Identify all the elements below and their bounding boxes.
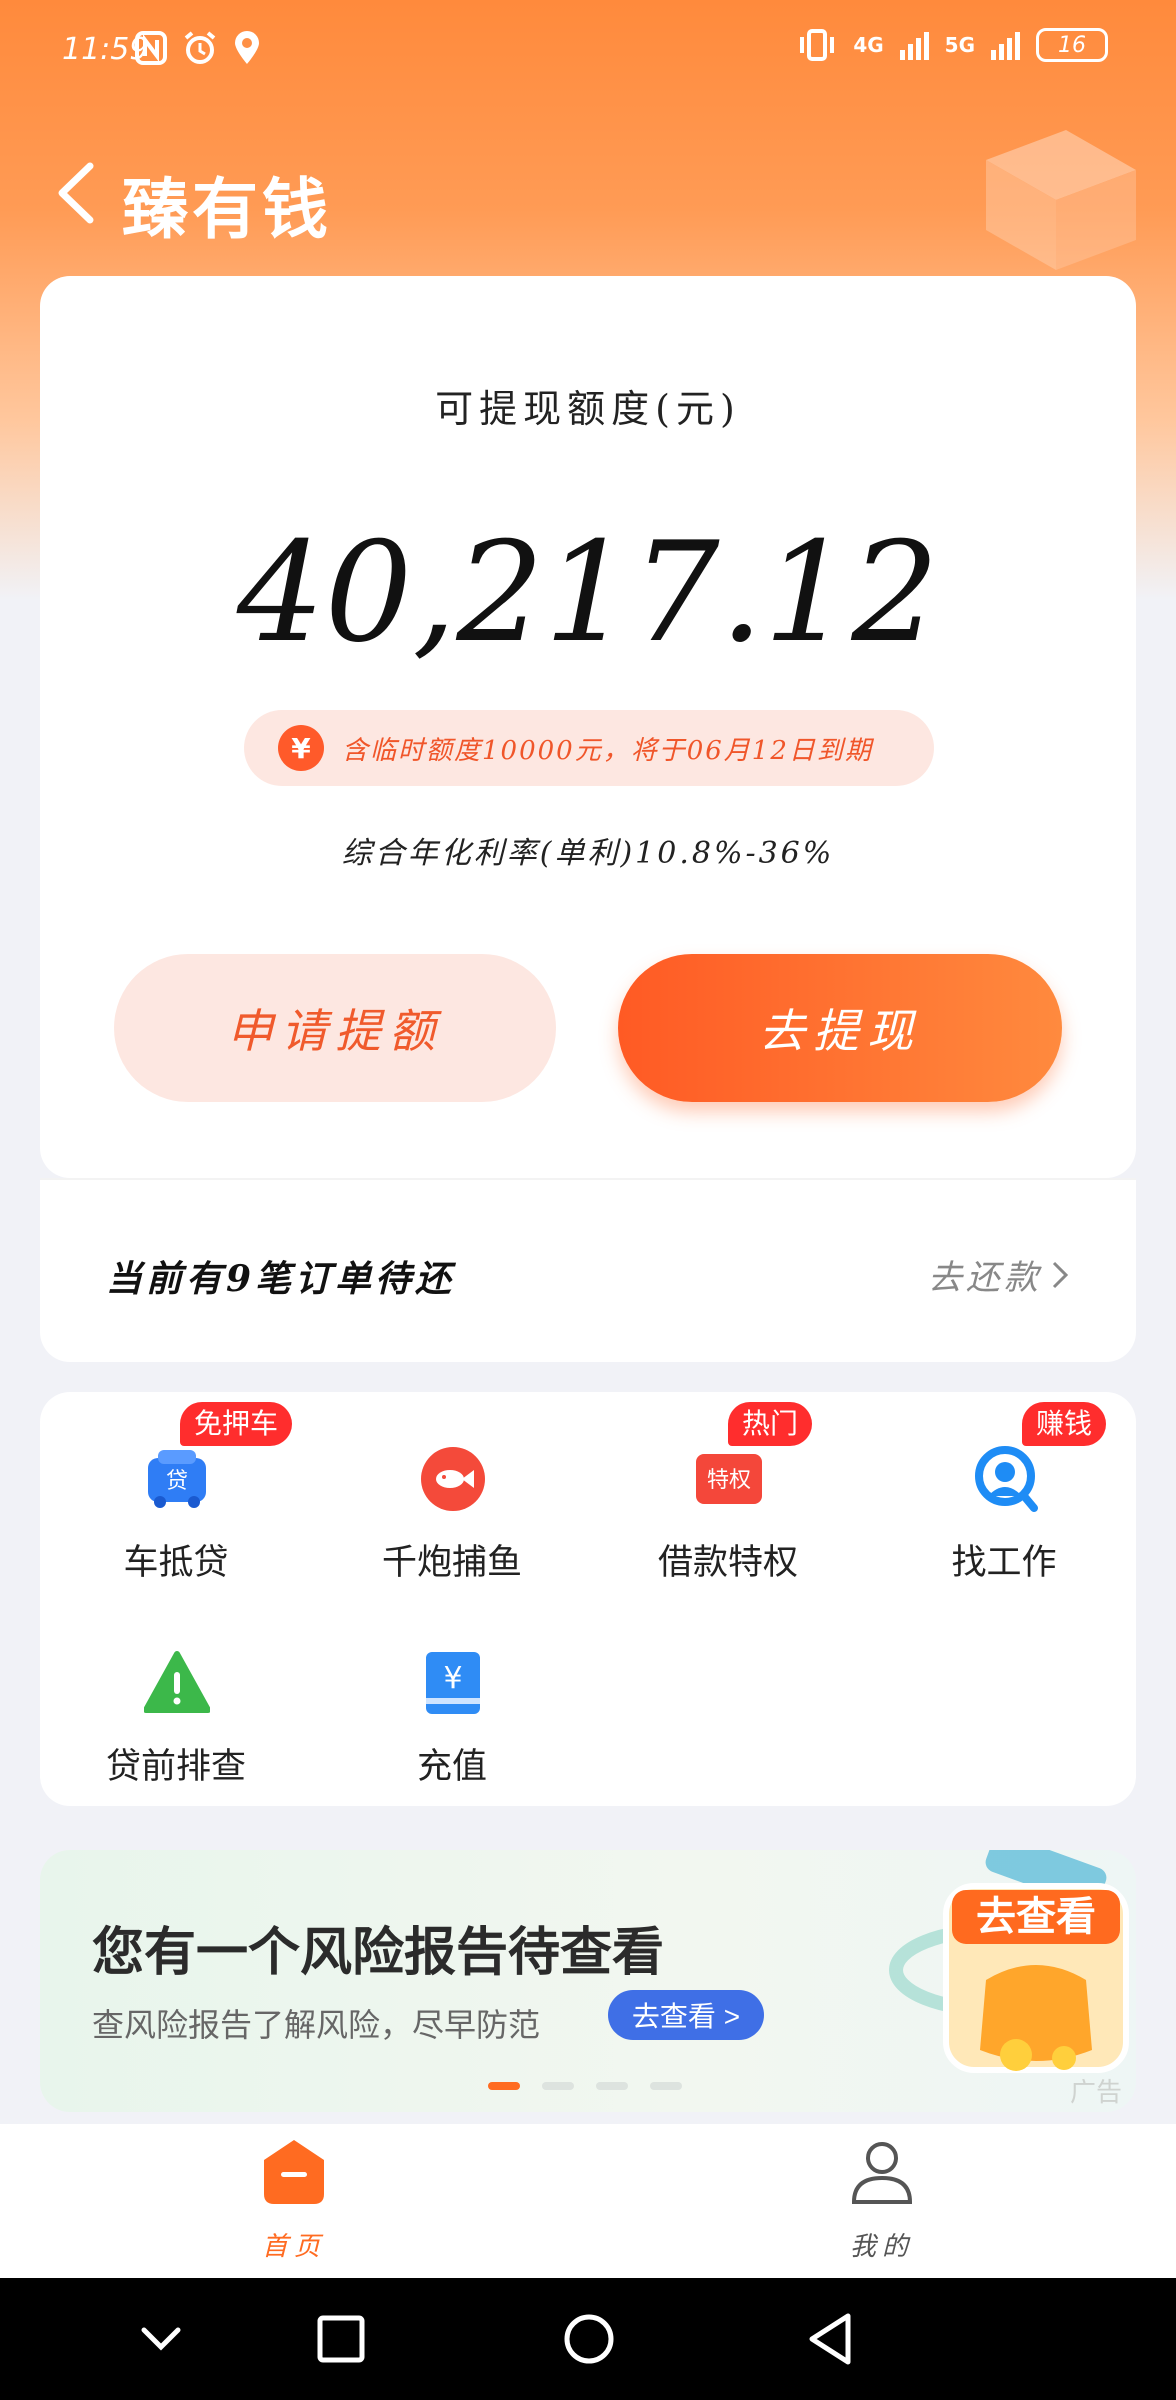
tab-home-label: 首页 [261, 2232, 326, 2262]
withdraw-button[interactable]: 去提现 [618, 954, 1062, 1102]
battery-icon: 16 [1036, 28, 1108, 62]
nfc-icon [135, 31, 167, 65]
home-circle-icon[interactable] [554, 2304, 624, 2374]
bottom-tab-bar: 首页 我的 [0, 2124, 1176, 2278]
status-bar: 11:59 4G 5G 16 [0, 0, 1176, 100]
svg-text:贷: 贷 [166, 1469, 188, 1494]
ad-view-button[interactable]: 去查看 > [608, 1990, 764, 2040]
network-4g-label: 4G [853, 33, 884, 57]
fish-icon [421, 1447, 485, 1511]
tab-mine-label: 我的 [849, 2232, 914, 2262]
services-grid: 贷 免押车 车抵贷 千炮捕鱼 特权 热门 借款特权 赚钱 找工作 贷前排查 ¥ … [40, 1392, 1136, 1806]
repay-link[interactable]: 去还款 [928, 1250, 1070, 1299]
temporary-limit-notice: ¥ 含临时额度10000元，将于06月12日到期 [244, 710, 934, 786]
tab-home[interactable]: 首页 [224, 2138, 364, 2272]
pending-orders-text: 当前有9笔订单待还 [106, 1258, 456, 1300]
page-title: 臻有钱 [122, 171, 332, 248]
risk-report-ad-banner[interactable]: 您有一个风险报告待查看 查风险报告了解风险，尽早防范 去查看 > 去查看 广告 [40, 1850, 1136, 2112]
signal-5g-icon [991, 30, 1020, 60]
status-icons-left [134, 30, 262, 66]
chevron-right-icon [1052, 1261, 1069, 1288]
carousel-dot [596, 2082, 628, 2090]
svg-text:¥: ¥ [443, 1661, 462, 1696]
recents-icon[interactable] [306, 2304, 376, 2374]
carousel-dots [488, 2082, 682, 2090]
user-icon [851, 2142, 913, 2204]
gift-bag-text: 去查看 [976, 1894, 1096, 1940]
service-item-fishing[interactable]: 千炮捕鱼 [332, 1410, 572, 1590]
decorative-cube [986, 130, 1136, 270]
service-label: 借款特权 [657, 1543, 798, 1583]
credit-limit-card: 可提现额度(元) 40,217.12 ¥ 含临时额度10000元，将于06月12… [40, 276, 1136, 1178]
service-tag: 热门 [728, 1402, 813, 1446]
carousel-dot [488, 2082, 520, 2090]
alarm-icon [184, 31, 216, 64]
service-item-loan-privilege[interactable]: 特权 热门 借款特权 [608, 1402, 848, 1590]
network-5g-label: 5G [944, 33, 975, 57]
job-search-icon [975, 1446, 1038, 1512]
repay-link-label: 去还款 [928, 1258, 1042, 1298]
privilege-icon-text: 特权 [707, 1468, 751, 1493]
service-tag: 免押车 [180, 1402, 293, 1446]
back-triangle-icon[interactable] [796, 2304, 866, 2374]
back-arrow-icon[interactable] [52, 160, 100, 226]
service-item-find-job[interactable]: 赚钱 找工作 [884, 1402, 1124, 1590]
service-item-car-loan[interactable]: 贷 免押车 车抵贷 [56, 1402, 296, 1590]
carousel-dot [542, 2082, 574, 2090]
credit-limit-label: 可提现额度(元) [435, 387, 741, 431]
service-label: 车抵贷 [123, 1543, 229, 1583]
service-tag: 赚钱 [1022, 1402, 1107, 1446]
service-item-pre-loan-check[interactable]: 贷前排查 [56, 1614, 296, 1794]
service-label: 贷前排查 [105, 1747, 246, 1787]
ad-label: 广告 [1069, 2078, 1122, 2108]
service-label: 充值 [416, 1747, 487, 1787]
hide-keyboard-icon[interactable] [126, 2304, 196, 2374]
service-label: 找工作 [951, 1543, 1057, 1583]
yen-icon: ¥ [278, 725, 324, 771]
warning-icon [144, 1651, 210, 1713]
temporary-limit-text: 含临时额度10000元，将于06月12日到期 [342, 735, 873, 766]
status-icons-right: 4G 5G 16 [797, 28, 1108, 62]
apply-increase-button[interactable]: 申请提额 [114, 954, 556, 1102]
location-icon [235, 31, 259, 64]
carousel-dot [650, 2082, 682, 2090]
service-label: 千炮捕鱼 [381, 1543, 522, 1583]
system-navigation-bar [0, 2278, 1176, 2400]
tab-mine[interactable]: 我的 [812, 2138, 952, 2272]
vibrate-icon [800, 29, 835, 61]
service-item-recharge[interactable]: ¥ 充值 [332, 1614, 572, 1794]
ad-subtitle: 查风险报告了解风险，尽早防范 [92, 2006, 541, 2044]
home-icon [264, 2140, 324, 2204]
signal-4g-icon [899, 30, 929, 60]
interest-rate-text: 综合年化利率(单利)10.8%-36% [341, 836, 835, 871]
privilege-icon: 特权 [696, 1454, 762, 1504]
car-loan-icon: 贷 [148, 1450, 206, 1508]
ad-title: 您有一个风险报告待查看 [92, 1923, 665, 1983]
credit-amount: 40,217.12 [236, 512, 940, 673]
battery-level: 16 [1058, 32, 1086, 58]
pending-orders-card[interactable]: 当前有9笔订单待还 去还款 [40, 1178, 1136, 1362]
recharge-icon: ¥ [426, 1652, 480, 1714]
